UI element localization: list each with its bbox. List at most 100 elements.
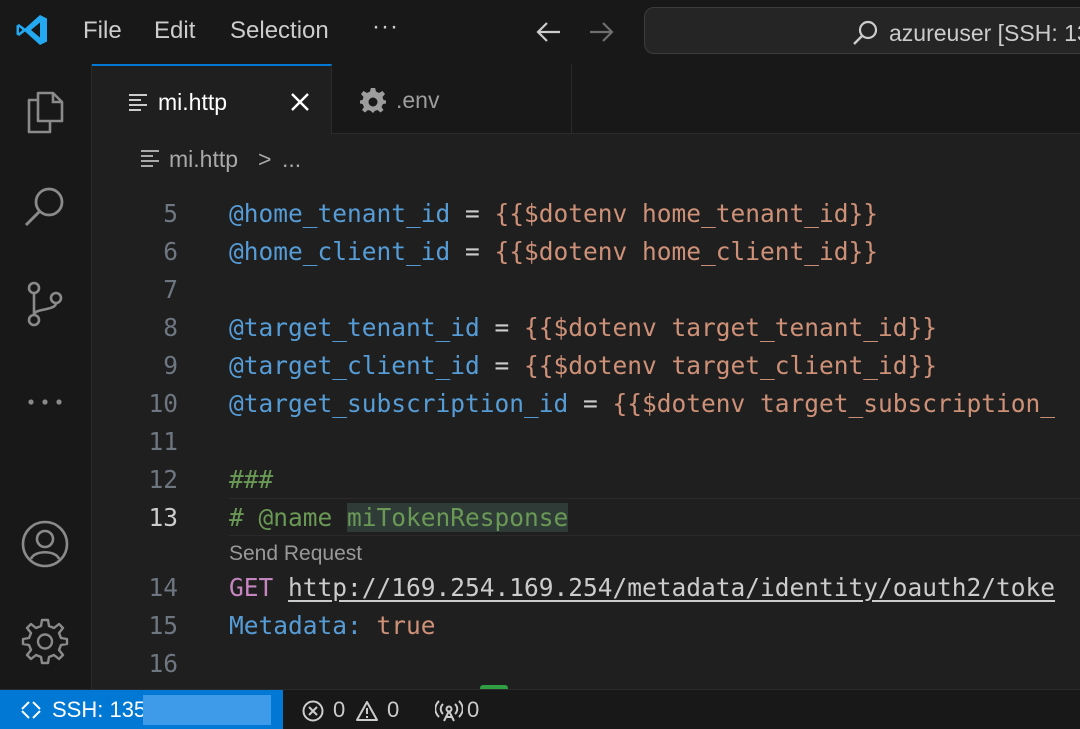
- code-line[interactable]: 6 @home_client_id = {{$dotenv home_client…: [92, 233, 1080, 271]
- file-lines-icon: [129, 94, 147, 111]
- code-line[interactable]: 14 GET http://169.254.169.254/metadata/id…: [92, 569, 1080, 607]
- token-var: @target_client_id: [229, 351, 480, 380]
- line-number: 14: [148, 573, 178, 602]
- source-control-icon[interactable]: [20, 278, 70, 328]
- tab-label: mi.http: [158, 89, 228, 115]
- back-arrow-icon[interactable]: [534, 18, 564, 46]
- send-request-codelens[interactable]: Send Request: [229, 542, 362, 566]
- tab-env[interactable]: .env: [332, 64, 572, 134]
- vscode-logo-icon[interactable]: [14, 12, 50, 48]
- remote-icon: [21, 701, 41, 719]
- remote-indicator[interactable]: SSH: 135: [0, 690, 283, 729]
- token-kw-get: GET: [229, 573, 274, 602]
- tab-mi-http[interactable]: mi.http: [92, 64, 332, 135]
- token-var: @home_client_id: [229, 237, 451, 266]
- redacted-block: [143, 695, 271, 725]
- line-number: 11: [148, 427, 178, 456]
- line-number: 7: [163, 275, 178, 304]
- token-str: {{$dotenv target_tenant_id}}: [524, 313, 938, 342]
- token-str: {{$dotenv target_client_id}}: [524, 351, 938, 380]
- line-number: 15: [148, 611, 178, 640]
- token-sel: miTokenResponse: [347, 503, 569, 532]
- code-editor[interactable]: 5 @home_tenant_id = {{$dotenv home_tenant…: [92, 180, 1080, 689]
- remote-label: SSH: 135: [52, 697, 147, 722]
- editor-tabs: mi.http .env: [92, 64, 1080, 135]
- token-var: @target_subscription_id: [229, 389, 569, 418]
- token-comment: # @name: [229, 503, 348, 532]
- code-line[interactable]: 11: [92, 423, 1080, 461]
- gear-icon: [360, 88, 386, 113]
- ports-broadcast-icon[interactable]: [435, 700, 463, 722]
- line-number: 10: [148, 389, 178, 418]
- line-number: 13: [148, 503, 178, 532]
- file-lines-icon: [141, 150, 159, 167]
- token-str: {{$dotenv home_client_id}}: [494, 237, 879, 266]
- code-text: @home_tenant_id = {{$dotenv home_tenant_…: [229, 195, 878, 233]
- search-icon[interactable]: [20, 182, 70, 232]
- line-number: 16: [148, 649, 178, 678]
- settings-gear-icon[interactable]: [20, 616, 70, 666]
- token-op: [362, 611, 377, 640]
- token-str: {{$dotenv home_tenant_id}}: [494, 199, 879, 228]
- line-number: 5: [163, 199, 178, 228]
- code-line[interactable]: 16: [92, 645, 1080, 683]
- token-op: =: [450, 199, 495, 228]
- line-number: 8: [163, 313, 178, 342]
- token-comment: ###: [229, 465, 274, 494]
- token-op: =: [450, 237, 495, 266]
- breadcrumb-symbol[interactable]: ...: [282, 145, 301, 173]
- accounts-icon[interactable]: [20, 519, 70, 569]
- code-line[interactable]: 5 @home_tenant_id = {{$dotenv home_tenant…: [92, 195, 1080, 233]
- token-var: @target_tenant_id: [229, 313, 480, 342]
- line-number: 12: [148, 465, 178, 494]
- code-line[interactable]: 12 ###: [92, 461, 1080, 499]
- token-op: =: [479, 351, 525, 380]
- code-text: Metadata: true: [229, 607, 436, 645]
- code-line[interactable]: 8 @target_tenant_id = {{$dotenv target_te…: [92, 309, 1080, 347]
- token-url: http://169.254.169.254/metadata/identity…: [288, 573, 1056, 602]
- token-op: =: [479, 313, 525, 342]
- ports-count[interactable]: 0: [467, 697, 479, 723]
- forward-arrow-icon[interactable]: [586, 18, 616, 46]
- code-text: @target_subscription_id = {{$dotenv targ…: [229, 385, 1055, 423]
- token-op: =: [568, 389, 613, 418]
- code-text: ###: [229, 461, 273, 499]
- code-text: @target_tenant_id = {{$dotenv target_ten…: [229, 309, 937, 347]
- breadcrumb-file[interactable]: mi.http: [169, 145, 238, 173]
- code-line[interactable]: 15 Metadata: true: [92, 607, 1080, 645]
- token-op: [273, 573, 288, 602]
- code-text: GET http://169.254.169.254/metadata/iden…: [229, 569, 1055, 607]
- tab-label: .env: [396, 87, 440, 113]
- status-bar: SSH: 135 0 0 0: [0, 689, 1080, 729]
- token-str: true: [376, 611, 436, 640]
- token-var: Metadata:: [229, 611, 362, 640]
- code-text: @target_client_id = {{$dotenv target_cli…: [229, 347, 937, 385]
- explorer-icon[interactable]: [20, 86, 70, 136]
- code-line[interactable]: 9 @target_client_id = {{$dotenv target_cl…: [92, 347, 1080, 385]
- activity-bar: [0, 64, 92, 689]
- token-str: {{$dotenv target_subscription_: [612, 389, 1056, 418]
- more-icon[interactable]: [20, 377, 70, 427]
- close-icon[interactable]: [288, 90, 312, 114]
- menu-edit[interactable]: Edit: [154, 16, 195, 46]
- warning-icon[interactable]: [355, 700, 379, 722]
- search-icon: [853, 20, 878, 45]
- command-center[interactable]: azureuser [SSH: 13: [644, 7, 1080, 54]
- menu-file[interactable]: File: [83, 16, 122, 46]
- token-var: @home_tenant_id: [229, 199, 451, 228]
- code-text: @home_client_id = {{$dotenv home_client_…: [229, 233, 878, 271]
- menu-more-icon[interactable]: ···: [372, 12, 399, 42]
- command-center-text: azureuser [SSH: 13: [889, 20, 1080, 46]
- line-number: 9: [163, 351, 178, 380]
- code-line[interactable]: 13 # @name miTokenResponse: [92, 498, 1080, 537]
- code-line[interactable]: 7: [92, 271, 1080, 309]
- code-text: # @name miTokenResponse: [229, 499, 569, 537]
- warning-count[interactable]: 0: [387, 697, 399, 723]
- line-number: 6: [163, 237, 178, 266]
- menu-selection[interactable]: Selection: [230, 16, 329, 46]
- title-bar: File Edit Selection ··· azureuser [SSH: …: [0, 0, 1080, 64]
- error-count[interactable]: 0: [333, 697, 345, 723]
- code-line[interactable]: 10 @target_subscription_id = {{$dotenv ta…: [92, 385, 1080, 423]
- breadcrumb-separator: >: [258, 146, 272, 172]
- error-icon[interactable]: [301, 700, 325, 722]
